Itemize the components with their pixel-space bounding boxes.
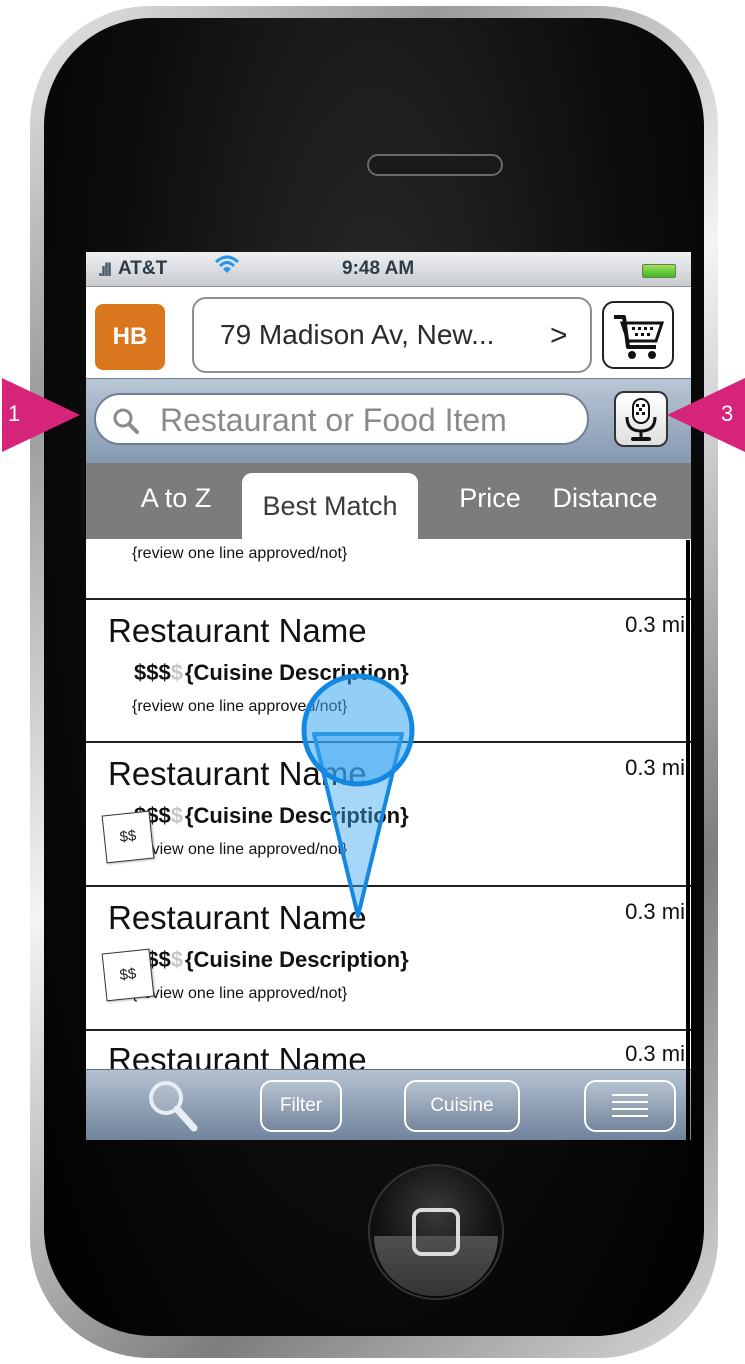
cuisine-button[interactable]: Cuisine — [404, 1080, 520, 1132]
tab-price[interactable]: Price — [440, 463, 540, 539]
battery-icon — [642, 264, 676, 278]
status-bar: .ıll AT&T 9:48 AM — [86, 252, 691, 287]
address-button[interactable]: 79 Madison Av, New... > — [192, 297, 592, 373]
voice-search-button[interactable] — [614, 391, 668, 447]
filter-button[interactable]: Filter — [260, 1080, 342, 1132]
list-item[interactable]: {review one line approved/not} — [86, 539, 691, 599]
hamburger-menu-icon — [612, 1094, 648, 1117]
distance-label: 0.3 mi — [625, 755, 685, 780]
price-tag-badge: $$ — [101, 948, 155, 1002]
review-line: {review one line approved/not} — [132, 545, 348, 562]
address-label: 79 Madison Av, New... — [220, 319, 495, 350]
home-button[interactable] — [368, 1164, 504, 1300]
callout-marker-1: 1 — [2, 378, 80, 452]
tab-best-match[interactable]: Best Match — [242, 473, 418, 539]
callout-number: 3 — [721, 401, 734, 426]
search-input[interactable]: Restaurant or Food Item — [94, 393, 589, 445]
distance-label: 0.3 mi — [625, 1041, 685, 1066]
sort-tabs: A to Z Best Match Price Distance — [86, 463, 691, 539]
wifi-icon — [214, 254, 240, 282]
screen-edge — [686, 540, 690, 1140]
distance-label: 0.3 mi — [625, 899, 685, 924]
price-level-inactive: $ — [170, 803, 183, 828]
search-icon[interactable] — [144, 1078, 200, 1134]
restaurant-name: Restaurant Name — [108, 612, 367, 649]
earpiece-speaker — [367, 154, 503, 176]
chevron-right-icon: > — [550, 319, 568, 352]
cart-icon — [614, 315, 665, 359]
menu-button[interactable] — [584, 1080, 676, 1132]
cuisine-description: {Cuisine Description} — [184, 947, 409, 972]
cart-button[interactable] — [602, 301, 674, 369]
price-level-inactive: $ — [170, 660, 183, 685]
distance-label: 0.3 mi — [625, 612, 685, 637]
price-tag-badge: $$ — [101, 810, 155, 864]
signal-icon: .ıll — [98, 260, 112, 280]
microphone-icon — [625, 398, 657, 441]
hb-logo[interactable]: HB — [95, 304, 165, 370]
callout-marker-3: 3 — [667, 378, 745, 452]
price-level-inactive: $ — [170, 947, 183, 972]
home-square-icon — [412, 1208, 460, 1256]
carrier-label: AT&T — [118, 258, 168, 279]
price-level: $$$ — [134, 660, 171, 685]
callout-number: 1 — [8, 401, 21, 426]
tab-distance[interactable]: Distance — [540, 463, 670, 539]
review-line: {review one line approved/not} — [132, 985, 348, 1002]
search-bar: Restaurant or Food Item — [86, 378, 691, 464]
bottom-toolbar: Filter Cuisine — [86, 1069, 691, 1140]
restaurant-name: Restaurant Name — [108, 1041, 367, 1069]
list-item[interactable]: Restaurant Name 0.3 mi — [86, 1031, 691, 1069]
search-placeholder: Restaurant or Food Item — [160, 402, 507, 438]
clock: 9:48 AM — [342, 258, 415, 279]
app-header: HB 79 Madison Av, New... > — [86, 287, 691, 377]
price-and-cuisine: $$$${Cuisine Description} — [134, 947, 409, 973]
tab-a-to-z[interactable]: A to Z — [126, 463, 226, 539]
tap-gesture-indicator — [301, 673, 415, 918]
search-icon — [113, 408, 139, 434]
